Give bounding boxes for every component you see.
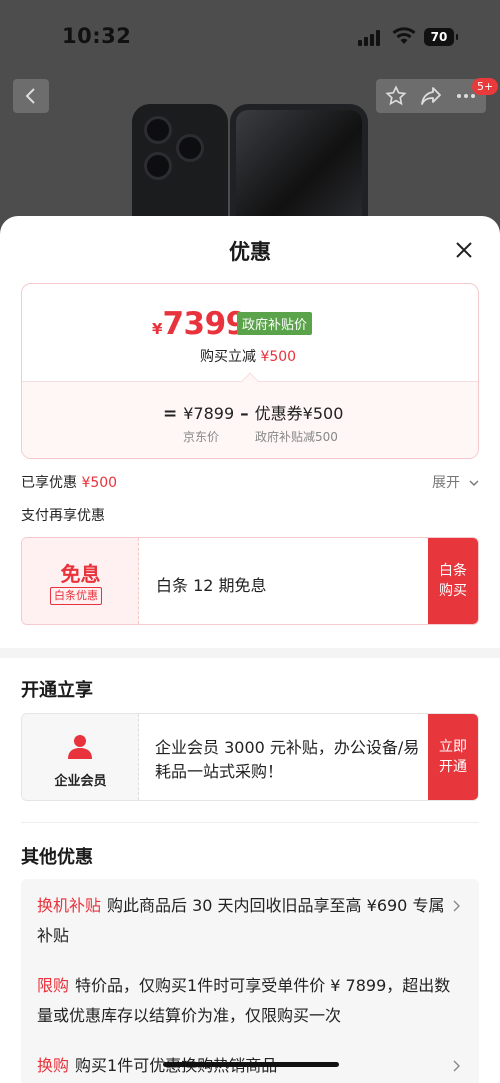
other-offer-item[interactable]: 换机补贴 购此商品后 30 天内回收旧品享至高 ¥690 专属补贴	[37, 891, 457, 951]
section-divider	[0, 648, 500, 658]
enjoyed-discount: 已享优惠 ¥500	[21, 475, 118, 491]
sheet-title: 优惠	[229, 240, 271, 264]
star-icon[interactable]	[385, 85, 407, 107]
enterprise-member-card[interactable]: 企业会员 企业会员 3000 元补贴，办公设备/易耗品一站式采购！ 立即 开通	[21, 713, 479, 801]
chevron-right-icon	[453, 1060, 460, 1072]
chevron-right-icon	[453, 900, 460, 912]
battery-icon: 70	[424, 28, 458, 46]
open-now-button[interactable]: 立即 开通	[428, 714, 478, 800]
member-label: 企业会员	[54, 774, 107, 789]
gov-reduce-label: 政府补贴减500	[255, 430, 338, 444]
thin-divider	[21, 822, 479, 823]
more-icon[interactable]	[456, 93, 476, 99]
action-bar	[376, 79, 486, 113]
price-breakdown: = ¥7899– 优惠券¥500 京东价 政府补贴减500	[22, 381, 478, 458]
jd-price-label: 京东价	[183, 430, 220, 444]
baitiao-tag: 白条优惠	[50, 587, 102, 605]
share-icon[interactable]	[420, 86, 442, 106]
price-card: ¥7399 政府补贴价 购买立减 ¥500 = ¥7899– 优惠券¥500 京东价…	[21, 283, 479, 459]
wifi-icon	[392, 27, 416, 44]
product-image	[132, 104, 368, 224]
chevron-down-icon	[469, 480, 479, 486]
baitiao-buy-button[interactable]: 白条 购买	[428, 538, 478, 624]
interest-free-label: 免息	[60, 562, 101, 586]
baitiao-desc: 白条 12 期免息	[156, 576, 267, 595]
status-time: 10:32	[62, 24, 132, 48]
discount-sheet: 优惠 ¥7399 政府补贴价 购买立减 ¥500 = ¥7899– 优惠券¥500 …	[0, 216, 500, 1083]
person-icon	[68, 735, 92, 759]
other-offers-list: 换机补贴 购此商品后 30 天内回收旧品享至高 ¥690 专属补贴 限购 特价品，仅…	[21, 879, 479, 1083]
close-icon[interactable]	[452, 238, 476, 262]
message-badge: 5+	[472, 78, 499, 95]
price-formula: = ¥7899– 优惠券¥500	[163, 404, 344, 424]
gov-subsidy-tag: 政府补贴价	[237, 312, 313, 335]
home-indicator	[163, 1062, 339, 1067]
expand-button[interactable]: 展开	[432, 472, 480, 492]
back-button[interactable]	[13, 79, 49, 113]
buy-reduce-text: 购买立减 ¥500	[200, 349, 297, 365]
open-section-title: 开通立享	[21, 680, 93, 701]
chevron-left-icon	[25, 88, 35, 104]
other-offer-item: 限购 特价品，仅购买1件时可享受单件价 ¥ 7899，超出数量或优惠库存以结算价为…	[37, 976, 451, 1025]
final-price: ¥7399	[152, 306, 247, 342]
status-bar: 10:32 70	[0, 0, 500, 75]
member-desc: 企业会员 3000 元补贴，办公设备/易耗品一站式采购！	[155, 738, 420, 781]
signal-icon	[358, 30, 384, 46]
other-section-title: 其他优惠	[21, 847, 93, 868]
baitiao-offer-card[interactable]: 免息 白条优惠 白条 12 期免息 白条 购买	[21, 537, 479, 625]
pay-more-label: 支付再享优惠	[21, 508, 105, 524]
